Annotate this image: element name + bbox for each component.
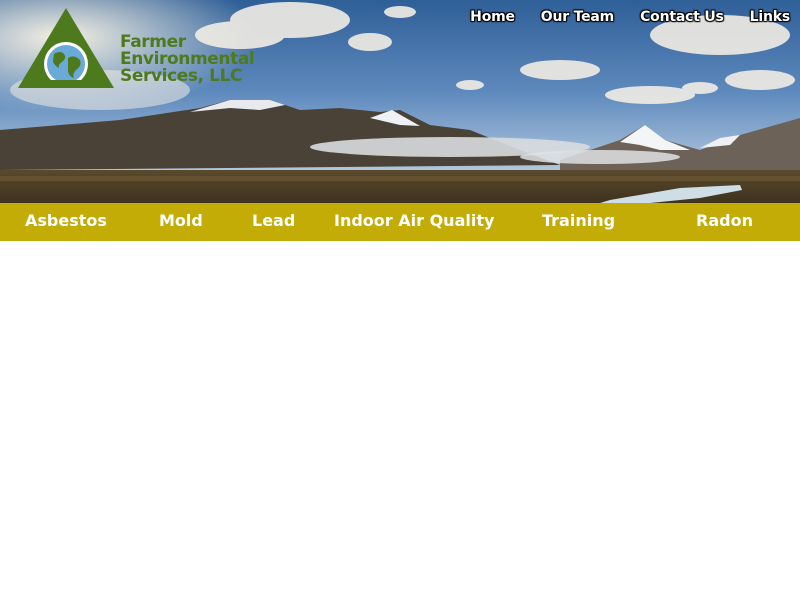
nav-link-links[interactable]: Links	[750, 9, 791, 25]
top-navigation: Home Our Team Contact Us Links	[470, 9, 790, 25]
company-logo[interactable]: Farmer Environmental Services, LLC	[16, 6, 266, 92]
nav-item-lead[interactable]: Lead	[252, 203, 295, 241]
nav-link-contact-us[interactable]: Contact Us	[640, 9, 724, 25]
header-banner: Farmer Environmental Services, LLC Home …	[0, 0, 800, 203]
nav-link-our-team[interactable]: Our Team	[541, 9, 614, 25]
nav-item-indoor-air-quality[interactable]: Indoor Air Quality	[334, 203, 494, 241]
page: Farmer Environmental Services, LLC Home …	[0, 0, 800, 600]
triangle-globe-icon	[18, 8, 114, 88]
logo-line-3: Services, LLC	[120, 66, 243, 86]
nav-item-mold[interactable]: Mold	[159, 203, 203, 241]
main-navigation-bar: Asbestos Mold Lead Indoor Air Quality Tr…	[0, 203, 800, 241]
nav-item-training[interactable]: Training	[542, 203, 615, 241]
main-content-area	[0, 241, 800, 600]
nav-item-asbestos[interactable]: Asbestos	[25, 203, 107, 241]
nav-item-radon[interactable]: Radon	[696, 203, 753, 241]
nav-link-home[interactable]: Home	[470, 9, 515, 25]
company-name: Farmer Environmental Services, LLC	[120, 34, 270, 85]
